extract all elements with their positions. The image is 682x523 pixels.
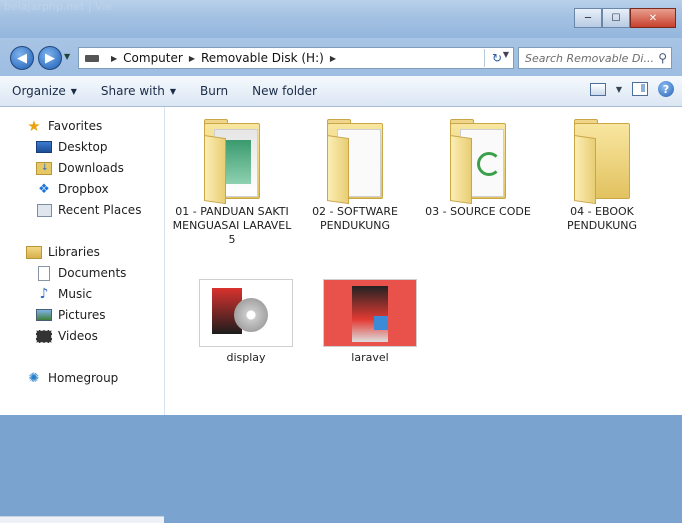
folder-item[interactable]: 01 - PANDUAN SAKTI MENGUASAI LARAVEL 5 (171, 111, 293, 247)
sidebar-item-label: Favorites (48, 119, 103, 133)
folder-label: 03 - SOURCE CODE (425, 205, 531, 218)
folder-label: 04 - EBOOK PENDUKUNG (566, 205, 638, 232)
sidebar-item-favorites[interactable]: ★ Favorites (26, 117, 103, 135)
command-bar: Organize ▼ Share with ▼ Burn New folder ▼ … (0, 76, 682, 107)
sidebar-item-label: Downloads (58, 161, 124, 175)
sidebar-item-label: Recent Places (58, 203, 142, 217)
breadcrumb-computer[interactable]: Computer (123, 51, 183, 65)
sidebar-item-label: Dropbox (58, 182, 109, 196)
image-file-label: laravel (351, 351, 389, 364)
background-tab-text: belajarphp.net | Vie (4, 0, 113, 13)
chevron-down-icon: ▼ (169, 86, 176, 96)
sidebar-item-label: Music (58, 287, 93, 301)
chevron-right-icon[interactable]: ▶ (189, 54, 195, 63)
folder-icon (448, 111, 508, 205)
dropbox-icon: ❖ (38, 181, 50, 197)
search-input[interactable]: Search Removable Di... (519, 52, 658, 65)
maximize-button[interactable]: ☐ (602, 8, 630, 28)
breadcrumb-removable-disk[interactable]: Removable Disk (H:) (201, 51, 324, 65)
folder-icon (572, 111, 632, 205)
folder-item[interactable]: 03 - SOURCE CODE (417, 111, 539, 219)
music-note-icon: ♪ (39, 286, 49, 302)
navigation-pane: ★ Favorites Desktop ↓ Downloads ❖ Dropbo… (0, 107, 165, 523)
file-list: 01 - PANDUAN SAKTI MENGUASAI LARAVEL 5 0… (165, 107, 682, 415)
sidebar-item-homegroup[interactable]: ✺ Homegroup (26, 370, 119, 386)
change-view-icon[interactable] (589, 82, 606, 96)
chevron-right-icon[interactable]: ▶ (330, 54, 336, 63)
address-bar[interactable]: ▶ Computer ▶ Removable Disk (H:) ▶ ▼ (78, 47, 514, 69)
document-icon (36, 265, 52, 281)
recent-places-icon (36, 203, 52, 217)
homegroup-icon: ✺ (28, 370, 40, 386)
pictures-icon (36, 308, 52, 322)
image-file-item[interactable]: laravel (309, 279, 431, 365)
sidebar-item-desktop[interactable]: Desktop (36, 140, 108, 154)
minimize-button[interactable]: ─ (574, 8, 602, 28)
sidebar-item-label: Desktop (58, 140, 108, 154)
chevron-right-icon[interactable]: ▶ (111, 54, 117, 63)
sidebar-item-label: Documents (58, 266, 127, 280)
burn-button[interactable]: Burn (188, 84, 240, 98)
sidebar-item-pictures[interactable]: Pictures (36, 308, 106, 322)
address-row: ◀ ▶ ▼ ▶ Computer ▶ Removable Disk (H:) ▶… (0, 38, 682, 76)
downloads-folder-icon: ↓ (36, 161, 52, 175)
image-thumbnail (199, 279, 293, 347)
sidebar-item-recent-places[interactable]: Recent Places (36, 203, 141, 217)
drive-icon (85, 54, 99, 62)
title-bar: belajarphp.net | Vie ─ ☐ ✕ (0, 0, 682, 38)
recent-pages-dropdown-icon[interactable]: ▼ (64, 52, 70, 61)
organize-button[interactable]: Organize ▼ (0, 84, 89, 98)
sidebar-item-label: Videos (58, 329, 98, 343)
chevron-down-icon: ▼ (70, 86, 77, 96)
sidebar-item-downloads[interactable]: ↓ Downloads (36, 161, 124, 175)
help-button[interactable]: ? (658, 81, 674, 97)
search-icon[interactable]: ⚲ (658, 51, 671, 65)
folder-icon (325, 111, 385, 205)
sidebar-item-label: Homegroup (48, 371, 119, 385)
folder-label: 01 - PANDUAN SAKTI MENGUASAI LARAVEL 5 (172, 205, 292, 246)
refresh-button[interactable]: ↻ (484, 49, 509, 67)
sidebar-item-documents[interactable]: Documents (36, 265, 127, 281)
sidebar-item-libraries[interactable]: Libraries (26, 245, 100, 259)
horizontal-scrollbar[interactable] (0, 516, 164, 523)
libraries-icon (26, 245, 42, 259)
sidebar-item-dropbox[interactable]: ❖ Dropbox (36, 181, 109, 197)
folder-icon (202, 111, 262, 205)
folder-item[interactable]: 04 - EBOOK PENDUKUNG (541, 111, 663, 233)
folder-label: 02 - SOFTWARE PENDUKUNG (312, 205, 398, 232)
view-options-dropdown-icon[interactable]: ▼ (616, 85, 622, 94)
back-button[interactable]: ◀ (10, 46, 34, 70)
forward-button[interactable]: ▶ (38, 46, 62, 70)
image-thumbnail (323, 279, 417, 347)
image-file-item[interactable]: display (185, 279, 307, 365)
share-with-label: Share with (100, 84, 165, 98)
desktop-icon (36, 140, 52, 154)
film-strip-icon (36, 329, 52, 343)
new-folder-button[interactable]: New folder (240, 84, 329, 98)
sidebar-item-label: Pictures (58, 308, 106, 322)
sidebar-item-videos[interactable]: Videos (36, 329, 98, 343)
image-file-label: display (226, 351, 266, 364)
window-controls: ─ ☐ ✕ (574, 8, 676, 28)
share-with-button[interactable]: Share with ▼ (89, 84, 188, 98)
sidebar-item-label: Libraries (48, 245, 100, 259)
folder-item[interactable]: 02 - SOFTWARE PENDUKUNG (294, 111, 416, 233)
search-box[interactable]: Search Removable Di... ⚲ (518, 47, 672, 69)
organize-label: Organize (12, 84, 66, 98)
sidebar-item-music[interactable]: ♪ Music (36, 286, 93, 302)
close-button[interactable]: ✕ (630, 8, 676, 28)
star-icon: ★ (27, 117, 41, 135)
preview-pane-icon[interactable] (632, 82, 648, 96)
